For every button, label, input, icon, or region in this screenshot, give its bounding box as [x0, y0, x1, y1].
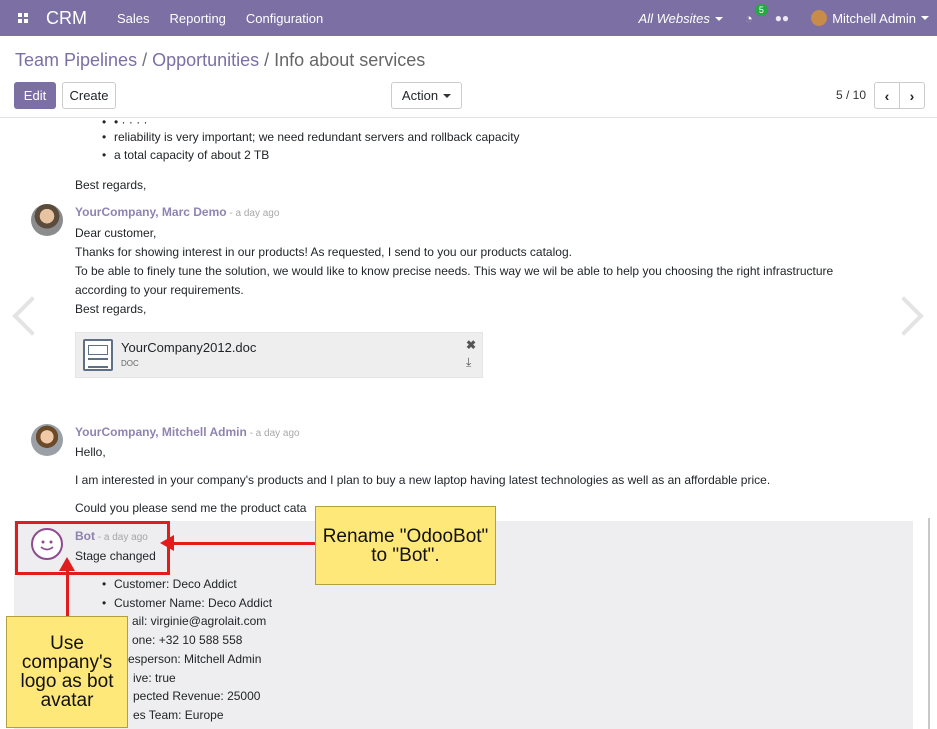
message-time: - a day ago	[246, 428, 300, 439]
tracking-item: ive: true	[133, 671, 176, 685]
action-dropdown[interactable]: Action	[391, 82, 462, 109]
message-author: YourCompany, Mitchell Admin - a day ago	[75, 425, 300, 439]
annotation-callout-logo: Use company's logo as bot avatar	[6, 616, 128, 728]
message-text: Hello,	[75, 445, 106, 459]
message-text: Thanks for showing interest in our produ…	[75, 245, 572, 259]
author-name[interactable]: YourCompany, Mitchell Admin	[75, 425, 247, 439]
list-item: a total capacity of about 2 TB	[102, 148, 269, 162]
website-switcher[interactable]: All Websites	[639, 11, 723, 26]
breadcrumb-opportunities[interactable]: Opportunities	[152, 50, 259, 70]
menu-configuration[interactable]: Configuration	[246, 11, 323, 26]
app-brand[interactable]: CRM	[46, 8, 87, 29]
chevron-down-icon	[921, 16, 929, 20]
annotation-arrow	[170, 542, 315, 545]
activity-count-badge: 5	[754, 3, 768, 16]
arrow-head-icon	[59, 557, 75, 571]
activity-clock-icon[interactable]: ◔ 5	[745, 3, 768, 26]
top-navbar: CRM Sales Reporting Configuration All We…	[0, 0, 937, 36]
message-text: Dear customer,	[75, 226, 157, 240]
menu-sales[interactable]: Sales	[117, 11, 150, 26]
website-switcher-label: All Websites	[638, 10, 710, 26]
avatar[interactable]	[31, 204, 63, 236]
message-time: - a day ago	[226, 208, 280, 219]
attachment-card[interactable]: YourCompany2012.doc DOC ✖ ⤓	[75, 332, 483, 378]
user-name: Mitchell Admin	[832, 10, 916, 26]
arrow-head-icon	[160, 535, 174, 551]
chevron-left-icon[interactable]	[12, 296, 52, 336]
breadcrumb-current: Info about services	[274, 50, 426, 70]
tracking-item: Customer: Deco Addict	[102, 577, 237, 591]
document-icon	[83, 339, 113, 371]
tracking-item: Customer Name: Deco Addict	[102, 596, 272, 610]
message-text: Best regards,	[75, 302, 147, 316]
download-icon[interactable]: ⤓	[466, 355, 471, 370]
apps-menu-icon[interactable]	[0, 0, 46, 36]
action-label: Action	[401, 88, 439, 103]
user-avatar	[811, 10, 828, 26]
pager-value[interactable]: 5 / 10	[836, 88, 866, 102]
chevron-down-icon	[714, 17, 723, 22]
chevron-down-icon	[443, 93, 452, 98]
breadcrumb-separator: /	[259, 50, 275, 70]
tracking-item: esperson: Mitchell Admin	[128, 652, 262, 666]
chevron-right-icon[interactable]	[884, 296, 924, 336]
message-text: To be able to finely tune the solution, …	[75, 264, 834, 278]
pager-next-icon[interactable]: ›	[899, 82, 925, 109]
breadcrumb: Team Pipelines / Opportunities / Info ab…	[15, 50, 425, 71]
chat-bubbles-icon[interactable]: ●●	[775, 11, 790, 25]
author-name[interactable]: YourCompany, Marc Demo	[75, 205, 227, 219]
breadcrumb-separator: /	[137, 50, 153, 70]
tracking-item: pected Revenue: 25000	[133, 689, 261, 703]
tracking-item: es Team: Europe	[133, 708, 224, 722]
message-text: Best regards,	[75, 178, 147, 192]
scrollbar[interactable]	[928, 518, 930, 729]
annotation-callout-rename: Rename "OdooBot" to "Bot".	[315, 506, 496, 585]
user-menu[interactable]: Mitchell Admin	[811, 10, 929, 26]
attachment-type: DOC	[121, 359, 139, 368]
create-button[interactable]: Create	[62, 82, 116, 109]
chatter-thread: • · · · · reliability is very important;…	[0, 118, 937, 729]
message-text: I am interested in your company's produc…	[75, 473, 771, 487]
highlight-box	[15, 521, 170, 575]
menu-reporting[interactable]: Reporting	[170, 11, 226, 26]
tracking-item: ail: virginie@agrolait.com	[132, 614, 267, 628]
pager-previous-icon[interactable]: ‹	[874, 82, 900, 109]
attachment-name[interactable]: YourCompany2012.doc	[121, 340, 256, 355]
list-item: • · · · ·	[102, 118, 147, 129]
message-text: according to your requirements.	[75, 283, 244, 297]
edit-button[interactable]: Edit	[14, 82, 56, 109]
avatar[interactable]	[31, 424, 63, 456]
message-author: YourCompany, Marc Demo - a day ago	[75, 205, 279, 219]
message-text: Could you please send me the product cat…	[75, 501, 307, 515]
breadcrumb-team-pipelines[interactable]: Team Pipelines	[15, 50, 137, 70]
list-item: reliability is very important; we need r…	[102, 130, 520, 144]
tracking-item: one: +32 10 588 558	[132, 633, 243, 647]
close-icon[interactable]: ✖	[466, 338, 476, 352]
